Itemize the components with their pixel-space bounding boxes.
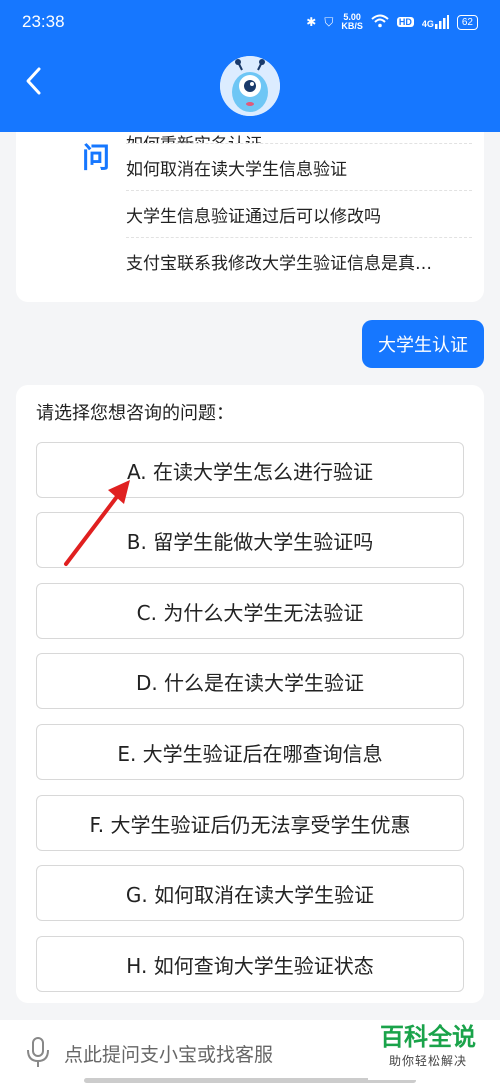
faq-list: 如何重新实名认证 如何取消在读大学生信息验证 大学生信息验证通过后可以修改吗 支… [126, 132, 472, 285]
bluetooth-icon: ✱ [306, 15, 317, 29]
signal-label: 4G [421, 19, 434, 29]
watermark: 百科全说 助你轻松解决 [368, 1022, 488, 1080]
chevron-left-icon [26, 67, 41, 95]
faq-item-label: 大学生信息验证通过后可以修改吗 [126, 206, 381, 227]
watermark-title: 百科全说 [380, 1023, 476, 1051]
options-card: 请选择您想咨询的问题： A. 在读大学生怎么进行验证 B. 留学生能做大学生验证… [16, 385, 484, 1003]
status-time: 23:38 [22, 12, 65, 31]
nav-bar [0, 44, 500, 132]
assistant-avatar[interactable] [220, 56, 280, 116]
question-icon: 问 [82, 141, 111, 174]
faq-item[interactable]: 支付宝联系我修改大学生验证信息是真… [126, 238, 472, 285]
faq-item-label: 如何重新实名认证 [126, 130, 262, 143]
options-prompt: 请选择您想咨询的问题： [36, 403, 234, 424]
microphone-icon[interactable] [24, 1036, 52, 1068]
option-button-a[interactable]: A. 在读大学生怎么进行验证 [36, 442, 464, 498]
option-button-f[interactable]: F. 大学生验证后仍无法享受学生优惠 [36, 795, 464, 851]
faq-decoration: 问 [30, 132, 120, 180]
net-speed-unit: KB/S [341, 21, 363, 31]
faq-item[interactable]: 大学生信息验证通过后可以修改吗 [126, 191, 472, 238]
faq-item[interactable]: 如何重新实名认证 [126, 130, 472, 144]
back-button[interactable] [16, 64, 50, 98]
shield-icon: ⛉ [324, 14, 334, 29]
question-input[interactable]: 点此提问支小宝或找客服 [64, 1040, 273, 1067]
user-message-bubble: 大学生认证 [362, 320, 484, 368]
status-bar: 23:38 ✱ ⛉ 5.00 KB/S HD 4G 62 [0, 0, 500, 44]
faq-item-label: 支付宝联系我修改大学生验证信息是真… [126, 254, 432, 274]
faq-card: 问 如何重新实名认证 如何取消在读大学生信息验证 大学生信息验证通过后可以修改吗… [16, 132, 484, 302]
battery-indicator: 62 [456, 14, 478, 30]
option-button-g[interactable]: G. 如何取消在读大学生验证 [36, 865, 464, 921]
status-icons: ✱ ⛉ 5.00 KB/S HD 4G 62 [306, 13, 478, 31]
option-button-e[interactable]: E. 大学生验证后在哪查询信息 [36, 724, 464, 780]
option-button-b[interactable]: B. 留学生能做大学生验证吗 [36, 512, 464, 568]
watermark-subtitle: 助你轻松解决 [388, 1054, 467, 1068]
option-button-c[interactable]: C. 为什么大学生无法验证 [36, 583, 464, 639]
robot-mascot-icon [220, 56, 280, 116]
signal-icon: 4G [422, 15, 449, 29]
option-button-d[interactable]: D. 什么是在读大学生验证 [36, 653, 464, 709]
hd-badge: HD [396, 17, 414, 27]
faq-item[interactable]: 如何取消在读大学生信息验证 [126, 144, 472, 191]
wifi-icon [371, 14, 389, 31]
faq-item-label: 如何取消在读大学生信息验证 [126, 159, 347, 180]
home-indicator [84, 1078, 416, 1083]
option-button-h[interactable]: H. 如何查询大学生验证状态 [36, 936, 464, 992]
net-speed: 5.00 KB/S [341, 13, 363, 31]
